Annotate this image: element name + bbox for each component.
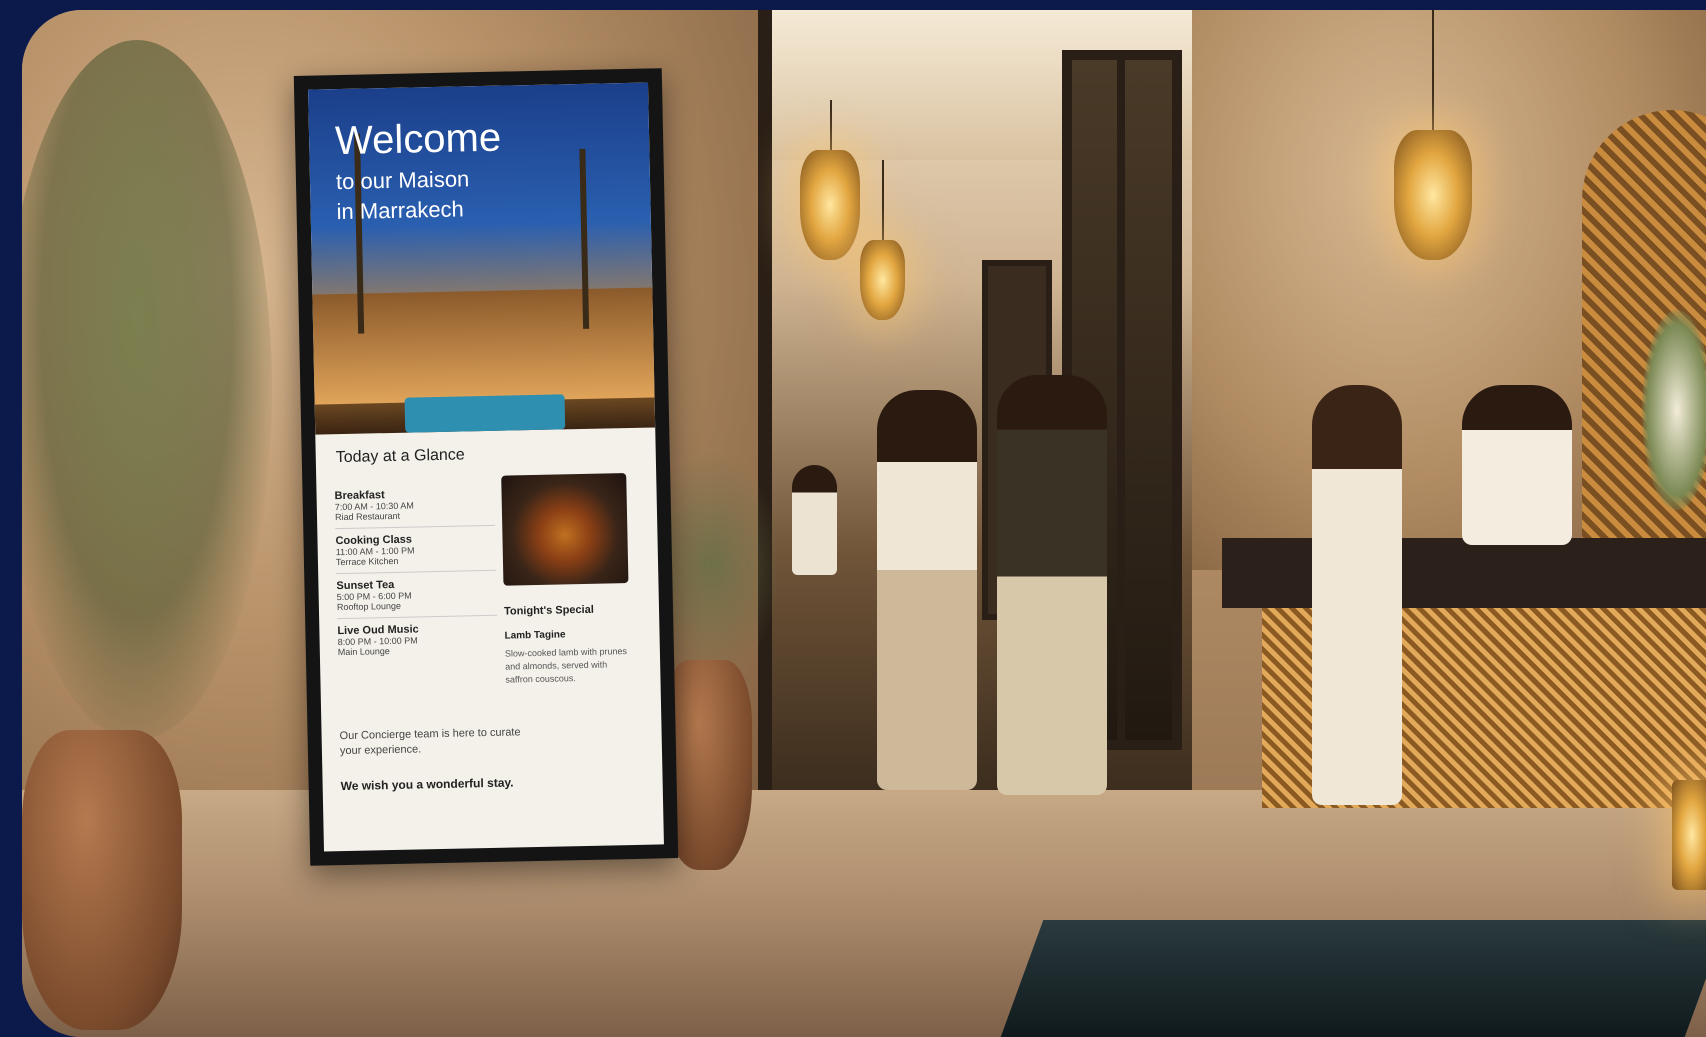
event-item: Sunset Tea 5:00 PM - 6:00 PM Rooftop Lou… bbox=[336, 570, 498, 620]
diner bbox=[792, 465, 837, 575]
riad-building bbox=[312, 287, 655, 405]
signage-display: Welcome to our Maison in Marrakech Today… bbox=[308, 82, 664, 852]
riad-pool bbox=[404, 394, 566, 433]
event-place: Terrace Kitchen bbox=[335, 555, 399, 568]
digital-signage-screen: Welcome to our Maison in Marrakech Today… bbox=[293, 68, 679, 866]
event-item: Breakfast 7:00 AM - 10:30 AM Riad Restau… bbox=[334, 480, 496, 530]
special-description: Slow-cooked lamb with prunes and almonds… bbox=[504, 646, 628, 685]
flower-arrangement bbox=[1642, 310, 1706, 510]
concierge-note: Our Concierge team is here to curate you… bbox=[339, 726, 521, 758]
hanging-lantern bbox=[1394, 130, 1472, 260]
event-item: Cooking Class 11:00 AM - 1:00 PM Terrace… bbox=[335, 525, 497, 575]
signage-subtitle: in Marrakech bbox=[336, 196, 465, 225]
special-heading: Tonight's Special bbox=[503, 603, 594, 618]
tagine-dish-photo bbox=[501, 473, 629, 586]
event-place: Main Lounge bbox=[337, 646, 390, 658]
floor-lantern bbox=[1672, 780, 1706, 890]
signage-subtitle: to our Maison bbox=[335, 166, 470, 195]
signage-title: Welcome bbox=[334, 115, 502, 164]
event-list: Breakfast 7:00 AM - 10:30 AM Riad Restau… bbox=[334, 480, 498, 663]
terracotta-pot bbox=[22, 730, 182, 1030]
hotel-lobby-scene: Welcome to our Maison in Marrakech Today… bbox=[22, 10, 1706, 1037]
guest-woman bbox=[877, 390, 977, 790]
event-place: Riad Restaurant bbox=[334, 510, 401, 523]
event-item: Live Oud Music 8:00 PM - 10:00 PM Main L… bbox=[337, 616, 498, 663]
door-mullion bbox=[1117, 50, 1125, 750]
hanging-lantern bbox=[860, 240, 905, 320]
door-frame bbox=[758, 10, 772, 790]
event-place: Rooftop Lounge bbox=[336, 600, 402, 613]
lantern-cord bbox=[1432, 10, 1434, 130]
guest-at-desk bbox=[1312, 385, 1402, 805]
riad-photo: Welcome to our Maison in Marrakech bbox=[308, 82, 656, 435]
hanging-lantern bbox=[800, 150, 860, 260]
glance-heading: Today at a Glance bbox=[335, 446, 465, 467]
guest-man bbox=[997, 375, 1107, 795]
special-name: Lamb Tagine bbox=[504, 629, 566, 642]
receptionist bbox=[1462, 385, 1572, 545]
lantern-cord bbox=[882, 160, 884, 240]
reflecting-pool bbox=[1000, 920, 1706, 1037]
reception-counter bbox=[1222, 538, 1706, 608]
farewell-message: We wish you a wonderful stay. bbox=[340, 775, 514, 794]
